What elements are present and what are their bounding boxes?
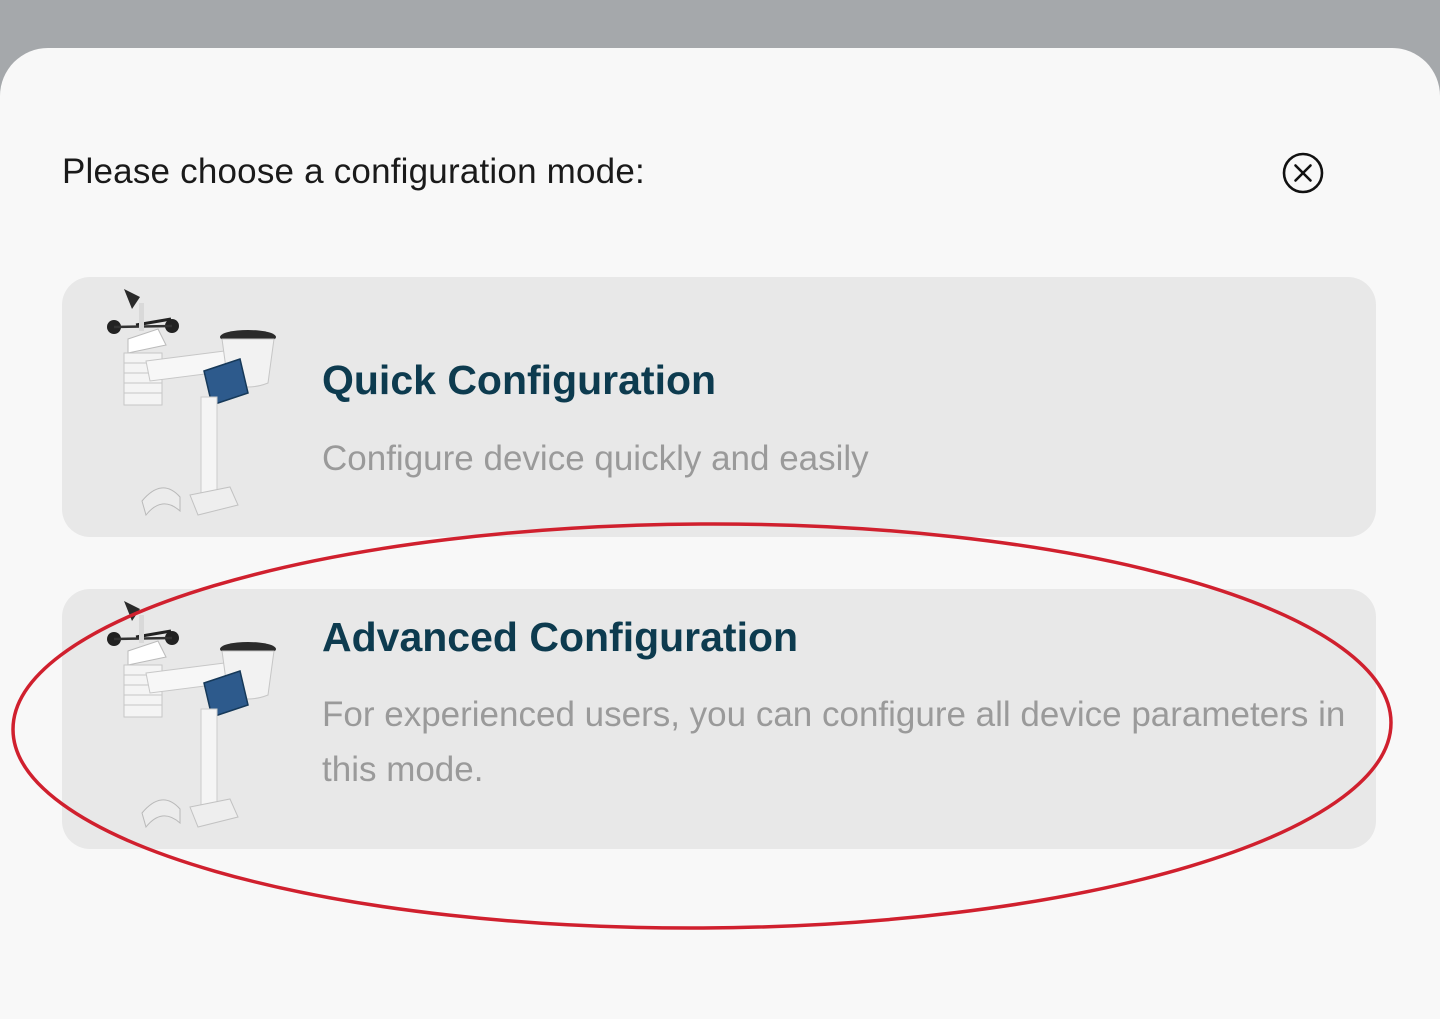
option-title: Advanced Configuration (322, 614, 799, 660)
weather-station-image (107, 289, 276, 517)
close-circle-icon (1282, 152, 1324, 194)
dialog-prompt: Please choose a configuration mode: (62, 152, 645, 191)
weather-station-image (107, 601, 276, 829)
close-button[interactable] (1282, 152, 1324, 194)
quick-configuration-option[interactable]: Quick Configuration Configure device qui… (62, 277, 1376, 537)
configuration-mode-sheet: Please choose a configuration mode: Quic… (0, 48, 1440, 1019)
advanced-configuration-option[interactable]: Advanced Configuration For experienced u… (62, 589, 1376, 849)
option-description: Configure device quickly and easily (322, 439, 869, 478)
option-description: For experienced users, you can configure… (322, 695, 1346, 789)
option-title: Quick Configuration (322, 357, 717, 403)
